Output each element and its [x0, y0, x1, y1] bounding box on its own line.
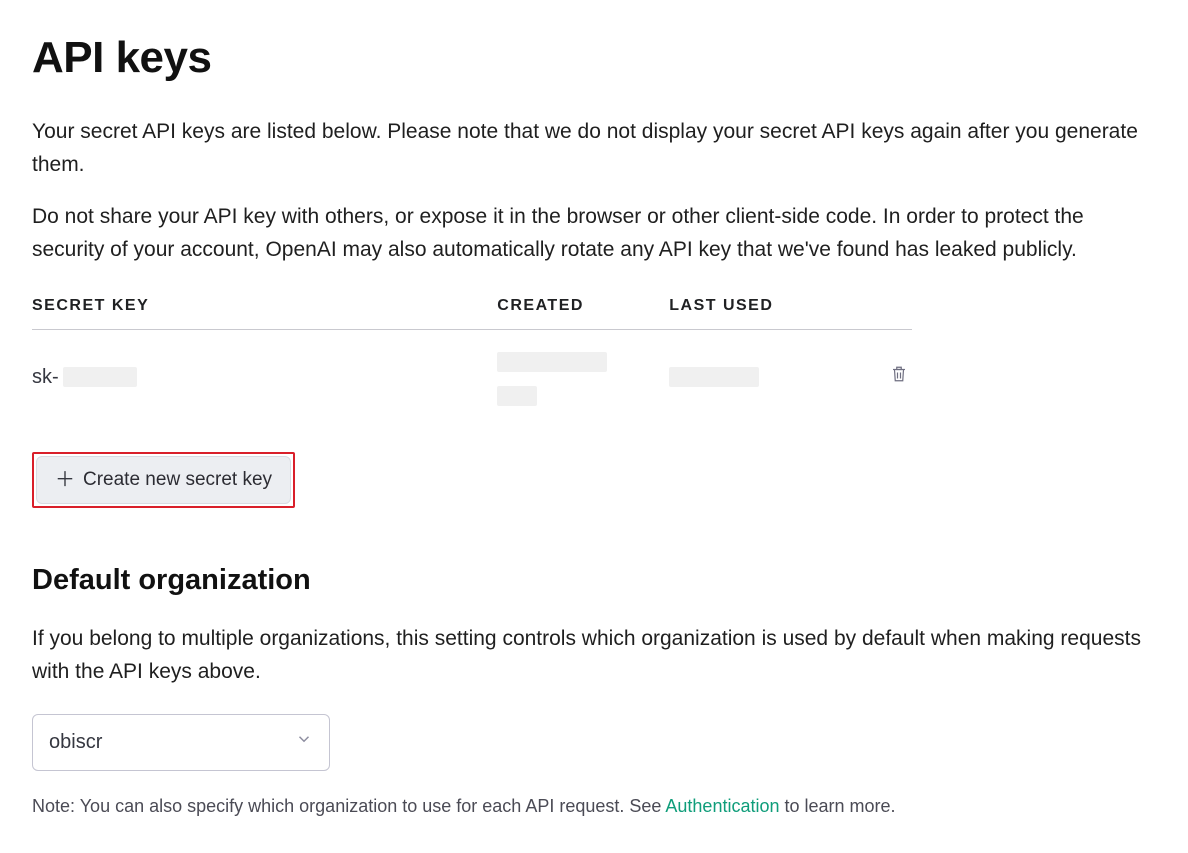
org-selected-value: obiscr — [49, 727, 102, 758]
org-note-suffix: to learn more. — [780, 796, 896, 816]
page-title: API keys — [32, 24, 1156, 92]
org-note-prefix: Note: You can also specify which organiz… — [32, 796, 665, 816]
org-select[interactable]: obiscr — [32, 714, 330, 771]
intro-paragraph-1: Your secret API keys are listed below. P… — [32, 116, 1152, 181]
delete-key-button[interactable] — [886, 360, 912, 391]
create-secret-key-button[interactable]: ＋ Create new secret key — [36, 456, 291, 504]
default-org-description: If you belong to multiple organizations,… — [32, 623, 1152, 688]
plus-icon: ＋ — [55, 470, 75, 490]
trash-icon — [890, 372, 908, 387]
create-secret-key-label: Create new secret key — [83, 469, 272, 491]
api-keys-table: SECRET KEY CREATED LAST USED sk- — [32, 286, 912, 424]
redacted-created-2 — [497, 386, 537, 406]
chevron-down-icon — [295, 727, 313, 758]
redacted-last-used — [669, 367, 759, 387]
col-header-secret: SECRET KEY — [32, 286, 497, 329]
default-org-heading: Default organization — [32, 558, 1156, 603]
authentication-link[interactable]: Authentication — [665, 796, 779, 816]
table-row: sk- — [32, 330, 912, 425]
redacted-key — [63, 367, 137, 387]
col-header-created: CREATED — [497, 286, 669, 329]
col-header-last-used: LAST USED — [669, 286, 871, 329]
highlight-annotation: ＋ Create new secret key — [32, 452, 295, 508]
key-prefix: sk- — [32, 366, 59, 388]
intro-paragraph-2: Do not share your API key with others, o… — [32, 201, 1152, 266]
redacted-created — [497, 352, 607, 372]
org-note: Note: You can also specify which organiz… — [32, 793, 1156, 821]
